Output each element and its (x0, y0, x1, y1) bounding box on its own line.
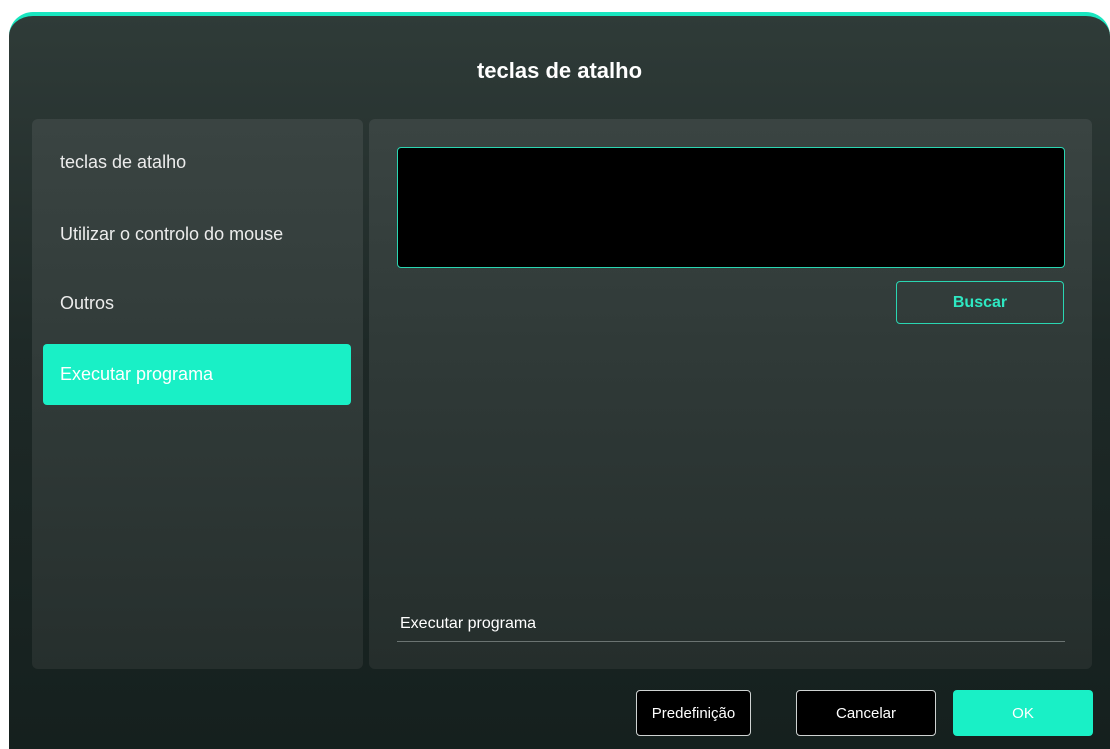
dialog-title: teclas de atalho (476, 58, 643, 83)
field-divider (397, 641, 1065, 642)
sidebar-item-shortcut-keys[interactable]: teclas de atalho (43, 132, 351, 193)
default-button[interactable]: Predefinição (636, 690, 751, 736)
run-program-label: Executar programa (400, 615, 537, 632)
ok-button[interactable]: OK (953, 690, 1093, 736)
sidebar-item-others[interactable]: Outros (43, 273, 351, 334)
sidebar-item-label: Utilizar o controlo do mouse (60, 224, 284, 244)
cancel-button[interactable]: Cancelar (796, 690, 936, 736)
sidebar-item-label: teclas de atalho (60, 152, 187, 172)
browse-button[interactable]: Buscar (896, 281, 1064, 324)
sidebar: teclas de atalho Utilizar o controlo do … (32, 119, 363, 669)
sidebar-item-label: Executar programa (60, 364, 214, 384)
shortcut-keys-dialog: teclas de atalho teclas de atalho Utiliz… (9, 12, 1110, 749)
content-panel: Buscar Executar programa (369, 119, 1092, 669)
sidebar-item-label: Outros (60, 293, 115, 313)
sidebar-item-mouse-control[interactable]: Utilizar o controlo do mouse (43, 204, 351, 265)
sidebar-item-run-program[interactable]: Executar programa (43, 344, 351, 405)
program-path-input[interactable] (397, 147, 1065, 268)
